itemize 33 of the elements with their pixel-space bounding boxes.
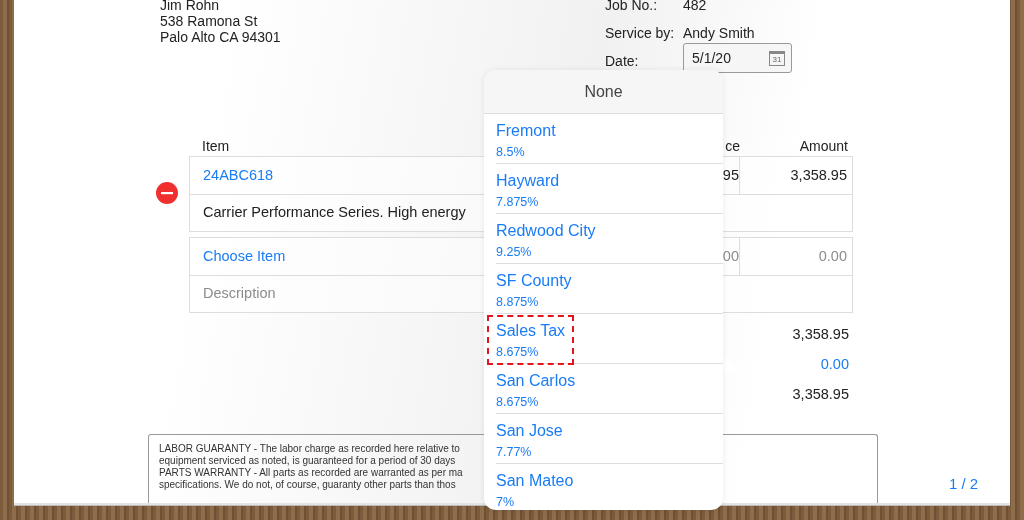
price-cell-text: 95 bbox=[722, 165, 739, 185]
calendar-icon[interactable]: 31 bbox=[769, 50, 785, 66]
item-code: 24ABC618 bbox=[203, 166, 274, 183]
total-value: 3,358.95 bbox=[792, 386, 849, 402]
field-label: Job No.: bbox=[605, 0, 659, 15]
field-value: 482 bbox=[683, 0, 707, 15]
tax-option[interactable]: Sales Tax 8.675% bbox=[489, 317, 573, 363]
tax-option[interactable]: SF County 8.875% bbox=[496, 269, 723, 311]
remove-icon[interactable] bbox=[156, 182, 178, 204]
field-label: Service by: bbox=[605, 25, 676, 43]
tax-option[interactable]: San Carlos 8.675% bbox=[496, 369, 723, 411]
description-text: Carrier Performance Series. High energy bbox=[203, 204, 466, 221]
amount-cell-text: 3,358.95 bbox=[790, 165, 847, 185]
choose-item-link[interactable]: Choose Item bbox=[203, 247, 286, 264]
address-line: 538 Ramona St bbox=[160, 13, 259, 29]
description-field[interactable]: Description bbox=[203, 285, 276, 302]
date-field[interactable]: 5/1/20 31 bbox=[683, 43, 792, 73]
column-header: Item bbox=[202, 138, 230, 154]
amount-cell-text: 0.00 bbox=[818, 246, 847, 266]
address-line: Jim Rohn bbox=[160, 0, 221, 13]
total-link[interactable]: 0.00 bbox=[820, 356, 849, 372]
column-header: Amount bbox=[799, 136, 848, 156]
tax-option[interactable]: Fremont 8.5% bbox=[496, 119, 723, 161]
field-value: Andy Smith bbox=[683, 25, 755, 43]
total-value: 3,358.95 bbox=[792, 326, 849, 342]
tax-option[interactable]: Redwood City 9.25% bbox=[496, 219, 723, 261]
column-header: ce bbox=[725, 136, 740, 156]
page-indicator: 1 / 2 bbox=[949, 474, 979, 494]
price-cell-text: 00 bbox=[722, 246, 739, 266]
field-label: Date: bbox=[605, 53, 640, 71]
none-option[interactable]: None bbox=[484, 70, 723, 114]
tax-option[interactable]: Hayward 7.875% bbox=[496, 169, 723, 211]
address-line: Palo Alto CA 94301 bbox=[160, 29, 282, 45]
